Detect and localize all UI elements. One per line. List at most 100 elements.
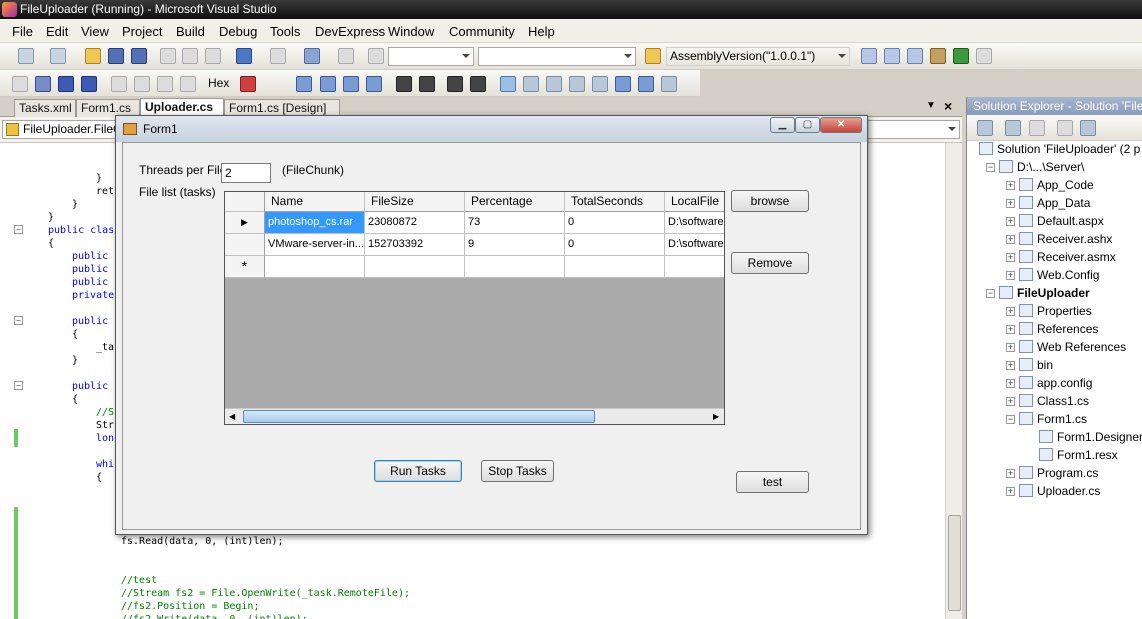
navigate-forward-icon[interactable] (338, 48, 354, 64)
minimize-button[interactable]: ▁ (770, 117, 795, 133)
scroll-right-icon[interactable]: ▶ (713, 412, 719, 421)
menu-view[interactable]: View (81, 24, 109, 39)
hex-display-button[interactable]: Hex (208, 76, 229, 90)
paste-icon[interactable] (205, 48, 221, 64)
decrease-indent-icon[interactable] (396, 76, 412, 92)
scroll-left-icon[interactable]: ◀ (229, 412, 235, 421)
properties-window-icon[interactable] (884, 48, 900, 64)
clear-bookmarks-icon[interactable] (661, 76, 677, 92)
find-combo[interactable]: AssemblyVersion("1.0.0.1") (666, 47, 850, 66)
threads-input[interactable] (221, 163, 271, 183)
grid-cell[interactable]: 9 (465, 234, 565, 256)
redo-icon[interactable] (270, 48, 286, 64)
breakpoints-icon[interactable] (240, 76, 256, 92)
grid-cell[interactable]: D:\software (665, 212, 724, 234)
tree-item[interactable]: Default.aspx (1019, 213, 1104, 229)
next-bookmark-icon[interactable] (546, 76, 562, 92)
properties-icon[interactable] (977, 120, 993, 136)
collapse-icon[interactable]: − (14, 225, 23, 234)
grid-cell[interactable]: 73 (465, 212, 565, 234)
members-combo[interactable] (866, 120, 960, 139)
cut-icon[interactable] (160, 48, 176, 64)
expand-icon[interactable]: + (1006, 253, 1015, 262)
expand-icon[interactable]: + (1006, 487, 1015, 496)
expand-icon[interactable]: + (1006, 469, 1015, 478)
add-item-icon[interactable] (50, 48, 66, 64)
uncomment-icon[interactable] (343, 76, 359, 92)
solution-platform-combo[interactable] (478, 47, 636, 66)
solution-explorer-icon[interactable] (861, 48, 877, 64)
column-header-name[interactable]: Name (265, 192, 365, 212)
view-class-diagram-icon[interactable] (1080, 120, 1096, 136)
show-next-statement-icon[interactable] (111, 76, 127, 92)
test-button[interactable]: test (736, 471, 809, 493)
tree-item[interactable]: Uploader.cs (1019, 483, 1100, 499)
stop-debugging-icon[interactable] (58, 76, 74, 92)
increase-indent-icon[interactable] (419, 76, 435, 92)
tree-item[interactable]: App_Code (1019, 177, 1094, 193)
comment-out-lines-icon[interactable] (447, 76, 463, 92)
step-over-icon[interactable] (157, 76, 173, 92)
next-bookmark-folder-icon[interactable] (592, 76, 608, 92)
editor-vertical-scrollbar[interactable] (945, 143, 962, 619)
menu-debug[interactable]: Debug (219, 24, 257, 39)
expand-icon[interactable]: + (1006, 325, 1015, 334)
tree-item[interactable]: Class1.cs (1019, 393, 1089, 409)
row-header[interactable] (225, 234, 265, 256)
grid-cell[interactable]: 0 (565, 234, 665, 256)
tree-item[interactable]: Form1.resx (1039, 447, 1118, 463)
stop-tasks-button[interactable]: Stop Tasks (481, 460, 554, 482)
restart-icon[interactable] (81, 76, 97, 92)
word-wrap-icon[interactable] (366, 76, 382, 92)
show-all-files-icon[interactable] (1005, 120, 1021, 136)
break-all-icon[interactable] (35, 76, 51, 92)
tree-item[interactable]: Receiver.ashx (1019, 231, 1112, 247)
tree-item[interactable]: App_Data (1019, 195, 1090, 211)
menu-file[interactable]: File (12, 24, 33, 39)
undo-icon[interactable] (236, 48, 252, 64)
column-header-percentage[interactable]: Percentage (465, 192, 565, 212)
row-header-new[interactable]: * (225, 256, 265, 278)
format-document-icon[interactable] (296, 76, 312, 92)
grid-cell-new[interactable] (365, 256, 465, 278)
grid-cell-new[interactable] (265, 256, 365, 278)
save-all-icon[interactable] (131, 48, 147, 64)
expand-icon[interactable]: + (1006, 181, 1015, 190)
solution-configuration-combo[interactable] (388, 47, 474, 66)
previous-bookmark-folder-icon[interactable] (569, 76, 585, 92)
toggle-bookmark-icon[interactable] (500, 76, 516, 92)
grid-cell[interactable]: 0 (565, 212, 665, 234)
tree-item[interactable]: Solution 'FileUploader' (2 p (979, 141, 1140, 157)
tree-item[interactable]: References (1019, 321, 1098, 337)
copy-icon[interactable] (182, 48, 198, 64)
tree-item[interactable]: Receiver.asmx (1019, 249, 1116, 265)
uncomment-lines-icon[interactable] (470, 76, 486, 92)
expand-icon[interactable]: − (986, 163, 995, 172)
expand-icon[interactable]: + (1006, 217, 1015, 226)
grid-cell[interactable]: photoshop_cs.rar (265, 212, 365, 234)
run-tasks-button[interactable]: Run Tasks (374, 460, 462, 482)
remove-button[interactable]: Remove (731, 252, 809, 274)
grid-cell[interactable]: 23080872 (365, 212, 465, 234)
previous-bookmark-document-icon[interactable] (615, 76, 631, 92)
expand-icon[interactable]: + (1006, 271, 1015, 280)
tree-item[interactable]: bin (1019, 357, 1053, 373)
new-project-icon[interactable] (18, 48, 34, 64)
collapse-icon[interactable]: − (14, 381, 23, 390)
navigate-backward-icon[interactable] (304, 48, 320, 64)
tree-item[interactable]: D:\...\Server\ (999, 159, 1084, 175)
step-into-icon[interactable] (134, 76, 150, 92)
menu-devexpress[interactable]: DevExpress (315, 24, 385, 39)
tree-item[interactable]: Properties (1019, 303, 1092, 319)
comment-icon[interactable] (320, 76, 336, 92)
tab-tasks-xml[interactable]: Tasks.xml (14, 99, 76, 117)
maximize-button[interactable]: ▢ (795, 117, 820, 133)
previous-bookmark-icon[interactable] (523, 76, 539, 92)
grid-cell[interactable]: 152703392 (365, 234, 465, 256)
open-file-icon[interactable] (85, 48, 101, 64)
collapse-icon[interactable]: − (14, 316, 23, 325)
column-header-localfile[interactable]: LocalFile (665, 192, 724, 212)
menu-help[interactable]: Help (528, 24, 555, 39)
find-in-files-icon[interactable] (645, 48, 661, 64)
save-icon[interactable] (108, 48, 124, 64)
